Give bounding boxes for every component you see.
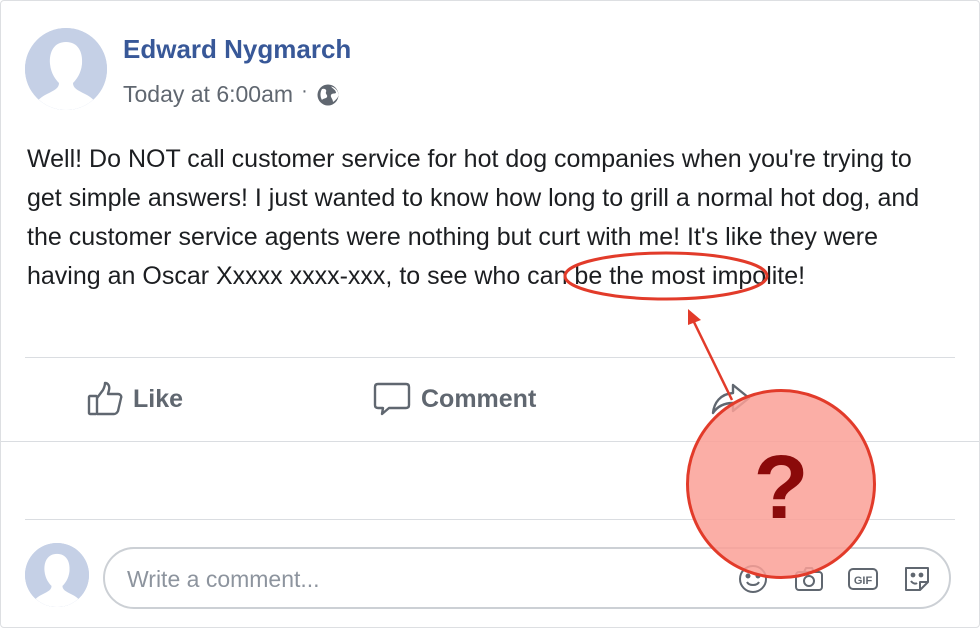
gif-icon[interactable]: GIF xyxy=(847,563,879,595)
post-timestamp[interactable]: Today at 6:00am xyxy=(123,81,293,108)
default-profile-icon xyxy=(25,543,89,607)
comment-label: Comment xyxy=(421,384,537,413)
globe-icon[interactable] xyxy=(316,83,340,107)
like-label: Like xyxy=(133,384,184,413)
gif-label: GIF xyxy=(854,575,873,587)
sticker-icon[interactable] xyxy=(901,563,933,595)
viewer-avatar xyxy=(25,543,89,607)
question-bubble: ? xyxy=(686,389,876,579)
question-mark: ? xyxy=(753,438,809,538)
author-avatar[interactable] xyxy=(25,28,107,110)
post-divider-top xyxy=(25,357,955,358)
author-name[interactable]: Edward Nygmarch xyxy=(123,34,351,65)
thumbs-up-icon xyxy=(87,381,123,417)
meta-separator: · xyxy=(301,80,308,102)
like-button[interactable]: Like xyxy=(87,381,183,417)
post-meta: Today at 6:00am · xyxy=(123,80,340,108)
post-body-text: Well! Do NOT call customer service for h… xyxy=(27,145,920,290)
comment-bubble-icon xyxy=(373,381,411,417)
comment-input[interactable] xyxy=(125,549,709,609)
comment-button[interactable]: Comment xyxy=(373,381,536,417)
default-profile-icon xyxy=(25,28,107,110)
